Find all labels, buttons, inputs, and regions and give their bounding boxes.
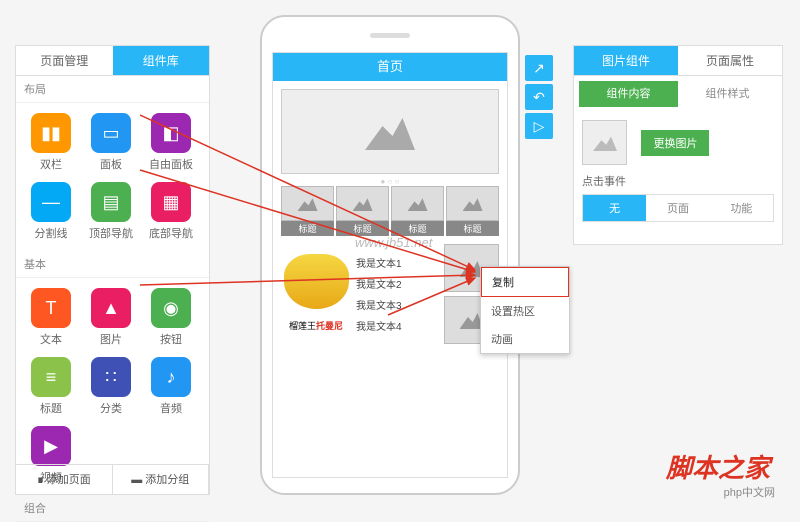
component-按钮[interactable]: ◉按钮 (141, 283, 201, 352)
add-page-label: 添加页面 (47, 474, 91, 486)
section-layout-title: 布局 (16, 76, 209, 103)
image-preview (582, 120, 627, 165)
add-group-button[interactable]: ▬ 添加分组 (113, 465, 210, 494)
bottom-buttons: ∎ 添加页面 ▬ 添加分组 (16, 464, 209, 494)
play-icon[interactable]: ▷ (525, 113, 553, 139)
section-combo-title: 组合 (16, 495, 209, 522)
component-双栏[interactable]: ▮▮双栏 (21, 108, 81, 177)
watermark: www.jb51.net (355, 235, 432, 250)
text-list: 我是文本1我是文本2我是文本3我是文本4 (356, 244, 439, 348)
ctx-animation[interactable]: 动画 (481, 325, 569, 353)
component-标题[interactable]: ≡标题 (21, 352, 81, 421)
component-分割线[interactable]: —分割线 (21, 177, 81, 246)
right-subtabs: 组件内容 组件样式 (579, 81, 777, 107)
click-event-label: 点击事件 (582, 173, 774, 189)
add-group-label: 添加分组 (145, 474, 189, 486)
tab-page-props[interactable]: 页面属性 (678, 46, 782, 76)
layout-grid: ▮▮双栏▭面板◧自由面板 —分割线▤顶部导航▦底部导航 (16, 103, 209, 251)
component-音频[interactable]: ♪音频 (141, 352, 201, 421)
phone-screen: 首页 ● ○ ○ 标题标题标题标题 榴莲王托曼尼 我是文本1我是文本2我是文本3… (272, 52, 508, 478)
text-item[interactable]: 我是文本2 (356, 273, 439, 294)
product-card[interactable]: 榴莲王托曼尼 (281, 244, 351, 348)
add-page-button[interactable]: ∎ 添加页面 (16, 465, 113, 494)
ctx-copy[interactable]: 复制 (481, 267, 569, 297)
thumbnail[interactable]: 标题 (281, 186, 334, 236)
fab-column: ↗ ↶ ▷ (525, 55, 553, 142)
change-image-button[interactable]: 更换图片 (641, 130, 709, 156)
durian-image (284, 254, 349, 309)
thumbnail[interactable]: 标题 (336, 186, 389, 236)
hero-image[interactable] (281, 89, 499, 174)
left-panel: 页面管理 组件库 布局 ▮▮双栏▭面板◧自由面板 —分割线▤顶部导航▦底部导航 基… (15, 45, 210, 495)
phone-frame: 首页 ● ○ ○ 标题标题标题标题 榴莲王托曼尼 我是文本1我是文本2我是文本3… (260, 15, 520, 495)
footer-logo: 脚本之家 (666, 448, 770, 485)
event-opt-page[interactable]: 页面 (646, 195, 709, 221)
component-底部导航[interactable]: ▦底部导航 (141, 177, 201, 246)
text-item[interactable]: 我是文本3 (356, 294, 439, 315)
subtab-content[interactable]: 组件内容 (579, 81, 678, 107)
basic-grid: T文本▲图片◉按钮≡标题∷分类♪音频▶视频 (16, 278, 209, 495)
thumbnail-row: 标题标题标题标题 (273, 186, 507, 236)
tab-image-component[interactable]: 图片组件 (574, 46, 678, 76)
phone-header: 首页 (273, 53, 507, 81)
tab-component-lib[interactable]: 组件库 (113, 46, 210, 76)
product-label: 榴莲王托曼尼 (281, 319, 351, 332)
component-图片[interactable]: ▲图片 (81, 283, 141, 352)
subtab-style[interactable]: 组件样式 (678, 81, 777, 107)
right-body: 更换图片 点击事件 无 页面 功能 (574, 112, 782, 230)
right-panel: 图片组件 页面属性 组件内容 组件样式 更换图片 点击事件 无 页面 功能 (573, 45, 783, 245)
component-分类[interactable]: ∷分类 (81, 352, 141, 421)
ctx-hotzone[interactable]: 设置热区 (481, 297, 569, 325)
component-文本[interactable]: T文本 (21, 283, 81, 352)
context-menu: 复制 设置热区 动画 (480, 266, 570, 354)
text-item[interactable]: 我是文本4 (356, 315, 439, 336)
share-icon[interactable]: ↗ (525, 55, 553, 81)
event-opt-func[interactable]: 功能 (710, 195, 773, 221)
component-面板[interactable]: ▭面板 (81, 108, 141, 177)
carousel-dots: ● ○ ○ (273, 177, 507, 186)
tab-page-manage[interactable]: 页面管理 (16, 46, 113, 76)
phone-speaker-area (262, 17, 518, 42)
component-自由面板[interactable]: ◧自由面板 (141, 108, 201, 177)
left-tabs: 页面管理 组件库 (16, 46, 209, 76)
undo-icon[interactable]: ↶ (525, 84, 553, 110)
text-item[interactable]: 我是文本1 (356, 252, 439, 273)
content-row: 榴莲王托曼尼 我是文本1我是文本2我是文本3我是文本4 (273, 236, 507, 356)
right-tabs: 图片组件 页面属性 (574, 46, 782, 76)
component-顶部导航[interactable]: ▤顶部导航 (81, 177, 141, 246)
event-opt-none[interactable]: 无 (583, 195, 646, 221)
event-options: 无 页面 功能 (582, 194, 774, 222)
footer-sublogo: php中文网 (724, 484, 775, 500)
section-basic-title: 基本 (16, 251, 209, 278)
thumbnail[interactable]: 标题 (391, 186, 444, 236)
thumbnail[interactable]: 标题 (446, 186, 499, 236)
